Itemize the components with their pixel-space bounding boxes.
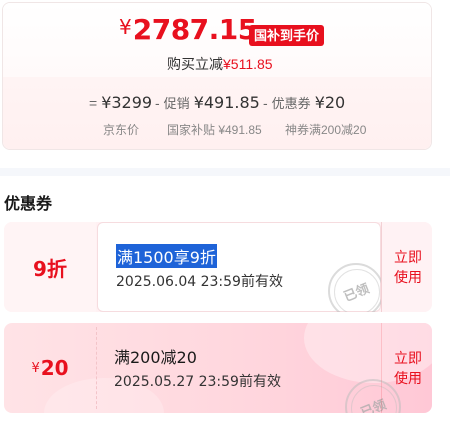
final-price: ¥2787.15 [119, 13, 257, 46]
coupon-discount: 9折 [4, 222, 96, 312]
coupon-discount-text: 9折 [33, 256, 67, 281]
equals-sign: = [89, 95, 98, 111]
promo-caption: 国家补贴 ¥491.85 [167, 123, 262, 137]
purchase-discount-amount: ¥511.85 [223, 56, 273, 72]
final-price-currency: ¥ [119, 15, 132, 39]
coupon-discount-value: 20 [40, 356, 69, 380]
coupons-section-title: 优惠券 [4, 194, 53, 213]
coupon-validity: 2025.06.04 23:59前有效 [116, 274, 283, 290]
jd-price-caption: 京东价 [103, 123, 140, 137]
coupon-value: ¥20 [314, 93, 346, 112]
coupon-discount-currency: ¥ [31, 360, 40, 376]
coupon-title: 满1500享9折 [116, 244, 217, 268]
coupon-validity: 2025.05.27 23:59前有效 [114, 374, 281, 390]
coupon-details: 满1500享9折 2025.06.04 23:59前有效 已领 [97, 222, 384, 312]
coupon-card[interactable]: 9折 满1500享9折 2025.06.04 23:59前有效 已领 立即使用 [4, 222, 432, 312]
coupon-details: 满200减20 2025.05.27 23:59前有效 已领 [97, 323, 401, 413]
final-price-value: 2787.15 [132, 13, 258, 46]
purchase-discount-line: 购买立减¥511.85 [167, 54, 273, 74]
coupon-caption: 神券满200减20 [285, 123, 367, 137]
jd-price-value: ¥3299 [101, 93, 153, 112]
price-card: ¥2787.15 国补到手价 购买立减¥511.85 = ¥3299 京东价 -促… [2, 2, 432, 150]
formula-jd-price: = ¥3299 [89, 93, 152, 113]
price-formula: = ¥3299 京东价 - 促销 ¥491.85 国家补贴 ¥491.85 - 优惠券 ¥… [3, 93, 431, 137]
coupon-label: 优惠券 [271, 96, 311, 111]
claimed-stamp-text: 已领 [341, 280, 372, 304]
use-now-button[interactable]: 立即使用 [393, 348, 423, 388]
coupon-action-area[interactable]: 立即使用 [381, 222, 432, 312]
section-divider [0, 168, 450, 176]
promo-value: ¥491.85 [193, 93, 260, 112]
coupon-card[interactable]: ¥20 满200减20 2025.05.27 23:59前有效 已领 立即使用 [4, 323, 432, 413]
claimed-stamp-icon: 已领 [328, 263, 384, 312]
formula-promo: - 促销 ¥491.85 [155, 93, 260, 113]
coupon-title: 满200减20 [114, 348, 197, 367]
minus-sign: - [263, 95, 268, 111]
promo-label: 促销 [163, 96, 190, 111]
use-now-button[interactable]: 立即使用 [393, 247, 423, 287]
formula-coupon: - 优惠券 ¥20 [263, 93, 345, 113]
subsidy-price-tag: 国补到手价 [249, 25, 325, 46]
purchase-discount-label: 购买立减 [167, 56, 223, 72]
minus-sign: - [155, 95, 160, 111]
coupon-action-area[interactable]: 立即使用 [381, 323, 432, 413]
coupon-discount: ¥20 [4, 323, 96, 413]
